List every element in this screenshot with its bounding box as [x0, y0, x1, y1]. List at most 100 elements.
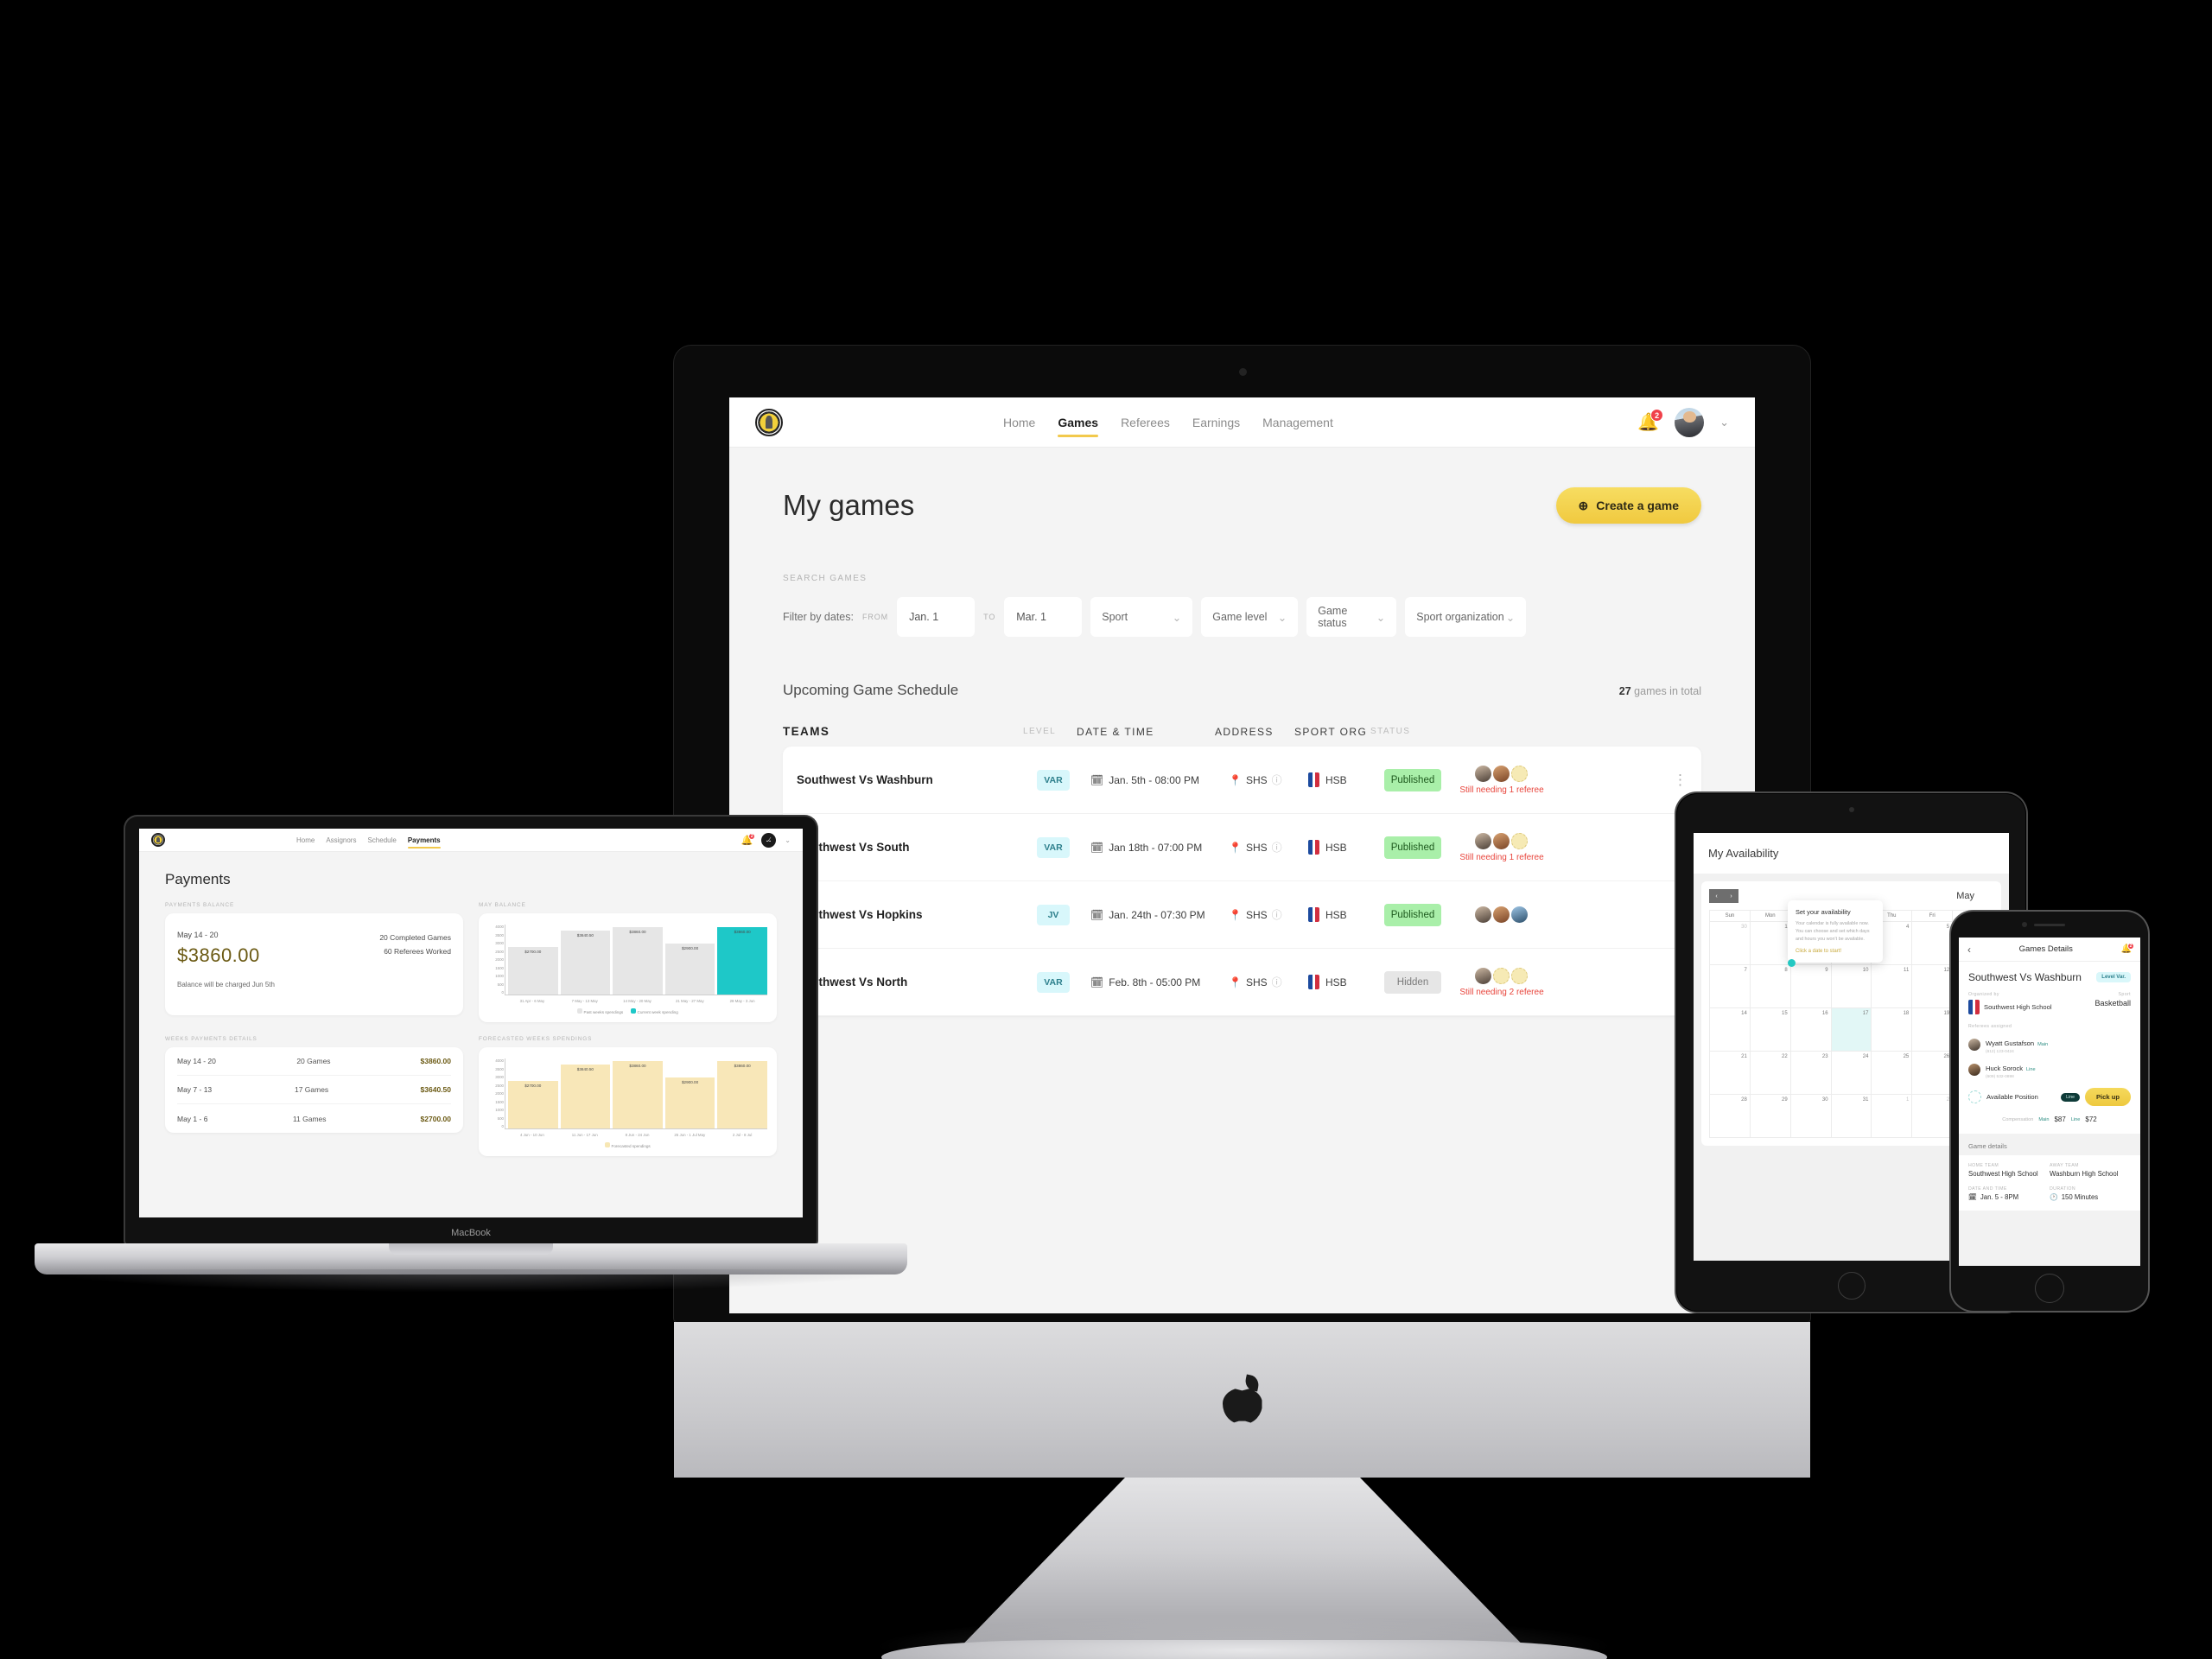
week-range: May 14 - 20 — [177, 1057, 216, 1065]
nav-item-home[interactable]: Home — [296, 836, 315, 844]
list-item[interactable]: May 7 - 13 17 Games $3640.50 — [177, 1076, 451, 1104]
table-row[interactable]: Southwest Vs South VAR 🗓 Jan 18th - 07:00 P… — [783, 814, 1701, 881]
nav-item-management[interactable]: Management — [1262, 416, 1333, 429]
referee-avatar[interactable] — [1492, 765, 1510, 782]
referee-list-item[interactable]: Wyatt Gustafson Main (612) 123-0424 — [1968, 1034, 2131, 1054]
calendar-day-cell[interactable]: 16 — [1790, 1008, 1832, 1052]
chevron-down-icon[interactable]: ⌄ — [785, 836, 791, 844]
referee-list-item[interactable]: Huck Sorock Line (609) 532-0898 — [1968, 1059, 2131, 1079]
calendar-day-cell[interactable]: 22 — [1750, 1052, 1791, 1095]
nav-item-earnings[interactable]: Earnings — [1192, 416, 1240, 429]
nav-item-home[interactable]: Home — [1003, 416, 1035, 429]
clock-icon: 🕐 — [2050, 1193, 2058, 1201]
referee-avatar[interactable] — [1510, 765, 1528, 782]
calendar-day-cell[interactable]: 30 — [1710, 922, 1751, 965]
calendar-day-cell[interactable]: 28 — [1710, 1095, 1751, 1138]
info-icon[interactable]: ⓘ — [1272, 907, 1282, 922]
pick-up-button[interactable]: Pick up — [2084, 1088, 2131, 1106]
ipad-home-button[interactable] — [1837, 1272, 1866, 1300]
tooltip-heading: Set your availability — [1796, 908, 1851, 916]
calendar-day-cell[interactable]: 9 — [1790, 965, 1832, 1008]
date-from-input[interactable]: Jan. 1 — [897, 597, 976, 637]
referee-avatar[interactable] — [1510, 832, 1528, 849]
referee-logo-icon[interactable] — [755, 408, 783, 436]
calendar-day-cell[interactable]: 29 — [1750, 1095, 1791, 1138]
calendar-day-cell[interactable]: 25 — [1872, 1052, 1913, 1095]
referees-assigned-label: Referees assigned — [1968, 1024, 2012, 1029]
calendar-day-cell[interactable]: 14 — [1710, 1008, 1751, 1052]
calendar-day-cell[interactable]: 11 — [1872, 965, 1913, 1008]
row-more-button[interactable]: ⋮ — [1548, 772, 1688, 788]
referee-need-note: Still needing 1 referee — [1459, 785, 1544, 795]
calendar-day-cell[interactable]: 15 — [1750, 1008, 1791, 1052]
calendar-nav: ‹ › — [1709, 889, 1738, 903]
nav-item-referees[interactable]: Referees — [1121, 416, 1170, 429]
macbook-main-nav: Home Assignors Schedule Payments — [296, 836, 441, 849]
calendar-day-cell[interactable]: 31 — [1831, 1095, 1872, 1138]
row-sport-org: HSB — [1308, 975, 1384, 989]
referee-avatar[interactable] — [1474, 906, 1491, 923]
referee-avatar[interactable] — [1492, 906, 1510, 923]
info-icon[interactable]: ⓘ — [1272, 772, 1282, 787]
bar: $3860.00 — [613, 925, 663, 995]
tooltip-cta[interactable]: Click a date to start! — [1796, 949, 1875, 954]
sport-select[interactable]: Sport ⌄ — [1090, 597, 1193, 637]
calendar-prev-button[interactable]: ‹ — [1709, 889, 1724, 903]
calendar-day-cell[interactable]: 10 — [1831, 965, 1872, 1008]
referee-need-note: Still needing 2 referee — [1459, 987, 1544, 997]
referee-avatar[interactable] — [1492, 967, 1510, 984]
referee-avatar[interactable] — [1492, 832, 1510, 849]
calendar-day-cell[interactable]: 19 — [1912, 1008, 1954, 1052]
calendar-day-cell[interactable]: 24 — [1831, 1052, 1872, 1095]
referee-logo-icon[interactable] — [151, 833, 165, 847]
sport-organization-select[interactable]: Sport organization ⌄ — [1405, 597, 1527, 637]
list-item[interactable]: May 14 - 20 20 Games $3860.00 — [177, 1047, 451, 1076]
table-row[interactable]: Southwest Vs Washburn VAR 🗓 Jan. 5th - 08:0… — [783, 747, 1701, 814]
nav-item-games[interactable]: Games — [1058, 416, 1098, 437]
notifications-button[interactable]: 🔔 2 — [741, 832, 756, 846]
calendar-day-cell[interactable]: 7 — [1710, 965, 1751, 1008]
org-avatar[interactable] — [761, 832, 777, 848]
calendar-day-cell[interactable]: 30 — [1790, 1095, 1832, 1138]
calendar-day-cell[interactable]: 26 — [1912, 1052, 1954, 1095]
avatar[interactable] — [1675, 407, 1705, 437]
referee-avatar[interactable] — [1474, 967, 1491, 984]
calendar-next-button[interactable]: › — [1724, 889, 1738, 903]
nav-item-assignors[interactable]: Assignors — [326, 836, 356, 844]
game-level-select[interactable]: Game level ⌄ — [1201, 597, 1299, 637]
info-icon[interactable]: ⓘ — [1272, 975, 1282, 989]
macbook-topbar: Home Assignors Schedule Payments 🔔 2 ⌄ — [139, 829, 803, 852]
referee-avatar[interactable] — [1510, 906, 1528, 923]
calendar-day-cell[interactable]: 18 — [1872, 1008, 1913, 1052]
nav-item-payments[interactable]: Payments — [407, 836, 441, 849]
game-status-select[interactable]: Game status ⌄ — [1306, 597, 1397, 637]
row-more-button[interactable]: ⋮ — [1548, 907, 1688, 923]
info-icon[interactable]: ⓘ — [1272, 840, 1282, 855]
calendar-day-cell[interactable]: 21 — [1710, 1052, 1751, 1095]
organized-by-label: Organized by — [1968, 992, 1999, 997]
table-row[interactable]: Southwest Vs Hopkins JV 🗓 Jan. 24th - 07:30… — [783, 881, 1701, 949]
iphone-home-button[interactable] — [2035, 1274, 2064, 1303]
bar-value-label: $3860.00 — [734, 1063, 751, 1068]
date-to-input[interactable]: Mar. 1 — [1004, 597, 1083, 637]
referee-avatar[interactable] — [1474, 832, 1491, 849]
calendar-day-cell[interactable]: 8 — [1750, 965, 1791, 1008]
calendar-day-cell[interactable]: 23 — [1790, 1052, 1832, 1095]
notifications-button[interactable]: 🔔 2 — [1637, 409, 1664, 433]
calendar-day-cell[interactable]: 12 — [1912, 965, 1954, 1008]
calendar-day-cell[interactable]: 1 — [1872, 1095, 1913, 1138]
calendar-day-cell[interactable]: 5 — [1912, 922, 1954, 965]
nav-item-schedule[interactable]: Schedule — [367, 836, 396, 844]
create-a-game-button[interactable]: ⊕ Create a game — [1555, 487, 1701, 524]
referee-avatar[interactable] — [1510, 967, 1528, 984]
calendar-day-cell[interactable]: 17 — [1831, 1008, 1872, 1052]
chevron-down-icon[interactable]: ⌄ — [1719, 416, 1729, 429]
referee-avatar[interactable] — [1474, 765, 1491, 782]
list-item[interactable]: May 1 - 6 11 Games $2700.00 — [177, 1104, 451, 1133]
calendar-day-cell[interactable]: 1 — [1750, 922, 1791, 965]
row-more-button[interactable]: ⋮ — [1548, 840, 1688, 855]
table-row[interactable]: Southwest Vs North VAR 🗓 Feb. 8th - 05:00 P… — [783, 949, 1701, 1016]
calendar-day-cell[interactable]: 2 — [1912, 1095, 1954, 1138]
notifications-button[interactable]: 🔔 2 — [2121, 943, 2134, 954]
row-more-button[interactable]: ⋮ — [1548, 975, 1688, 990]
